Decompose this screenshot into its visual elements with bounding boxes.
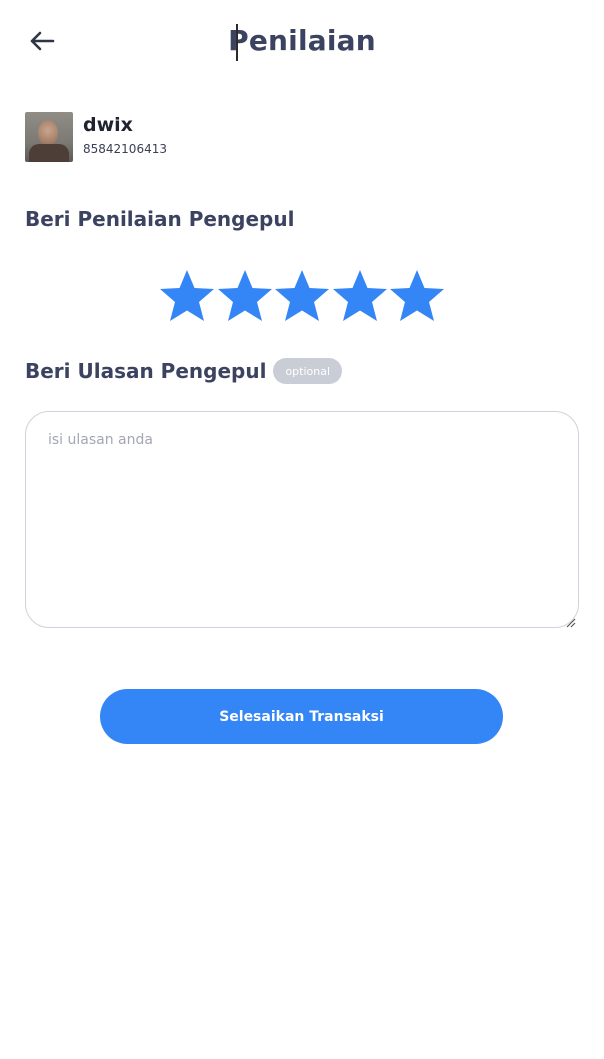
user-name: dwix	[83, 114, 133, 136]
optional-badge: optional	[273, 358, 343, 384]
user-info: dwix 85842106413	[83, 114, 167, 156]
star-icon[interactable]	[159, 268, 215, 324]
resize-grip-icon[interactable]	[564, 613, 576, 628]
user-card: dwix 85842106413	[25, 112, 167, 162]
text-cursor	[236, 24, 238, 61]
star-rating[interactable]	[159, 268, 445, 324]
star-icon[interactable]	[389, 268, 445, 324]
review-heading: Beri Ulasan Pengepul	[25, 359, 267, 383]
star-icon[interactable]	[274, 268, 330, 324]
avatar	[25, 112, 73, 162]
review-heading-row: Beri Ulasan Pengepul optional	[25, 358, 343, 384]
page-title: Penilaian	[228, 24, 376, 57]
header: Penilaian	[0, 0, 604, 90]
user-phone: 85842106413	[83, 142, 167, 156]
complete-transaction-button[interactable]: Selesaikan Transaksi	[100, 689, 503, 744]
rating-heading: Beri Penilaian Pengepul	[25, 207, 295, 231]
star-icon[interactable]	[217, 268, 273, 324]
star-icon[interactable]	[332, 268, 388, 324]
review-textarea[interactable]	[25, 411, 579, 628]
rating-page: Penilaian dwix 85842106413 Beri Penilaia…	[0, 0, 604, 1059]
